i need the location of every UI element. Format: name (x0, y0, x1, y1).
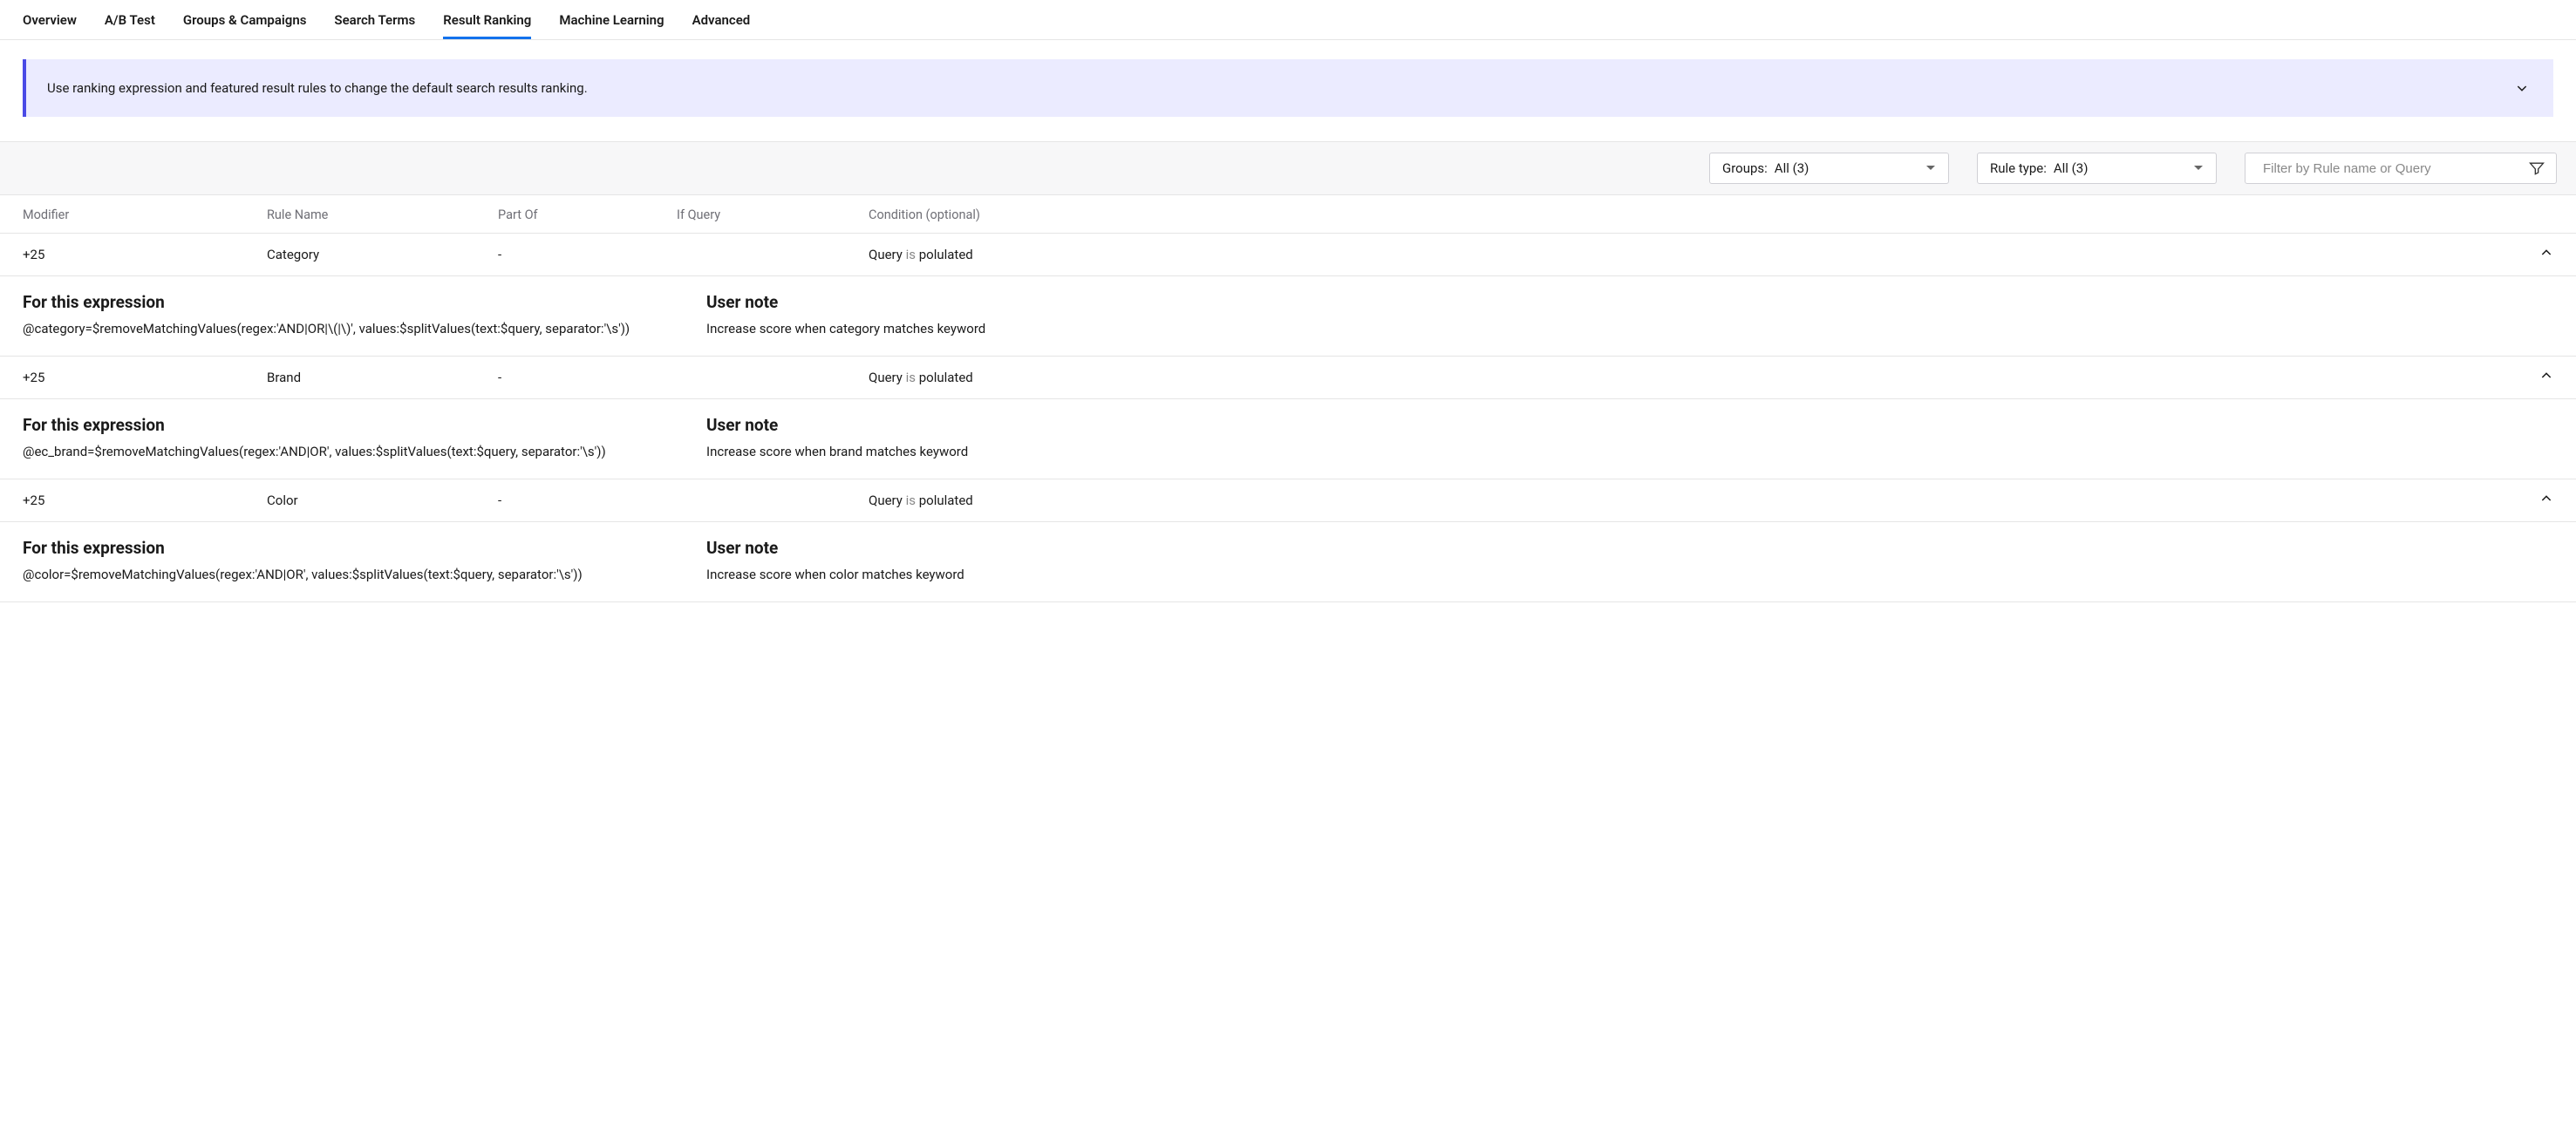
rule-row[interactable]: +25 Color - Query is polulated (0, 479, 2576, 522)
expression-heading: For this expression (23, 538, 685, 558)
col-partof: Part Of (498, 207, 677, 222)
groups-label: Groups: (1722, 160, 1768, 176)
col-condition: Condition (optional) (869, 207, 2501, 222)
expression-text: @ec_brand=$removeMatchingValues(regex:'A… (23, 444, 685, 459)
col-rulename: Rule Name (267, 207, 498, 222)
tab-overview[interactable]: Overview (23, 0, 77, 39)
rule-detail: For this expression @color=$removeMatchi… (0, 522, 2576, 602)
tab-bar: Overview A/B Test Groups & Campaigns Search… (0, 0, 2576, 40)
collapse-toggle[interactable] (2539, 369, 2553, 386)
expression-col: For this expression @ec_brand=$removeMat… (23, 415, 685, 459)
collapse-toggle[interactable] (2539, 492, 2553, 509)
collapse-toggle[interactable] (2539, 246, 2553, 263)
tab-search-terms[interactable]: Search Terms (334, 0, 415, 39)
expression-text: @color=$removeMatchingValues(regex:'AND|… (23, 567, 685, 582)
table-header: Modifier Rule Name Part Of If Query Cond… (0, 195, 2576, 234)
groups-value: All (3) (1775, 160, 1809, 176)
toolbar: Groups: All (3) Rule type: All (3) (0, 141, 2576, 195)
cell-partof: - (498, 493, 677, 508)
rule-detail: For this expression @category=$removeMat… (0, 276, 2576, 357)
caret-down-icon (2193, 165, 2204, 172)
ruletype-label: Rule type: (1990, 160, 2047, 176)
cell-modifier: +25 (23, 247, 267, 262)
expression-heading: For this expression (23, 292, 685, 312)
usernote-text: Increase score when brand matches keywor… (706, 444, 2553, 459)
expression-col: For this expression @color=$removeMatchi… (23, 538, 685, 582)
chevron-up-icon (2539, 492, 2553, 506)
tab-machine-learning[interactable]: Machine Learning (559, 0, 664, 39)
filter-icon (2528, 160, 2545, 177)
usernote-text: Increase score when category matches key… (706, 321, 2553, 336)
ruletype-value: All (3) (2054, 160, 2089, 176)
banner-text: Use ranking expression and featured resu… (47, 80, 588, 96)
tab-result-ranking[interactable]: Result Ranking (443, 0, 531, 39)
usernote-heading: User note (706, 415, 2553, 435)
expression-col: For this expression @category=$removeMat… (23, 292, 685, 336)
cell-partof: - (498, 247, 677, 262)
cell-condition: Query is polulated (869, 247, 2501, 262)
cell-rulename: Category (267, 247, 498, 262)
filter-input[interactable] (2263, 161, 2528, 176)
chevron-up-icon (2539, 369, 2553, 383)
info-banner[interactable]: Use ranking expression and featured resu… (23, 59, 2553, 117)
cell-condition: Query is polulated (869, 370, 2501, 385)
cell-rulename: Brand (267, 370, 498, 385)
tab-advanced[interactable]: Advanced (692, 0, 751, 39)
chevron-up-icon (2539, 246, 2553, 260)
caret-down-icon (1925, 165, 1936, 172)
chevron-down-icon (2515, 81, 2529, 95)
tab-a-b-test[interactable]: A/B Test (105, 0, 155, 39)
expression-heading: For this expression (23, 415, 685, 435)
tab-groups-campaigns[interactable]: Groups & Campaigns (183, 0, 307, 39)
banner-container: Use ranking expression and featured resu… (0, 40, 2576, 141)
cell-condition: Query is polulated (869, 493, 2501, 508)
col-ifquery: If Query (677, 207, 869, 222)
rule-row[interactable]: +25 Category - Query is polulated (0, 234, 2576, 276)
usernote-heading: User note (706, 292, 2553, 312)
rule-detail: For this expression @ec_brand=$removeMat… (0, 399, 2576, 479)
ruletype-select[interactable]: Rule type: All (3) (1977, 153, 2217, 184)
usernote-col: User note Increase score when brand matc… (706, 415, 2553, 459)
usernote-col: User note Increase score when category m… (706, 292, 2553, 336)
usernote-col: User note Increase score when color matc… (706, 538, 2553, 582)
rule-row[interactable]: +25 Brand - Query is polulated (0, 357, 2576, 399)
col-modifier: Modifier (23, 207, 267, 222)
cell-partof: - (498, 370, 677, 385)
cell-modifier: +25 (23, 493, 267, 508)
filter-box[interactable] (2245, 153, 2557, 184)
usernote-text: Increase score when color matches keywor… (706, 567, 2553, 582)
cell-modifier: +25 (23, 370, 267, 385)
expression-text: @category=$removeMatchingValues(regex:'A… (23, 321, 685, 336)
groups-select[interactable]: Groups: All (3) (1709, 153, 1949, 184)
usernote-heading: User note (706, 538, 2553, 558)
cell-rulename: Color (267, 493, 498, 508)
rules-list: +25 Category - Query is polulated For th… (0, 234, 2576, 602)
